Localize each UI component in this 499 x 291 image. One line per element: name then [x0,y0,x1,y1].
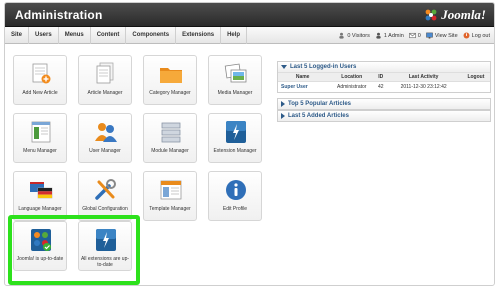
quickicon-extension-manager[interactable]: Extension Manager [208,113,262,163]
menu-item-components[interactable]: Components [126,27,177,44]
logged-in-table: Name Location ID Last Activity Logout Super … [278,72,490,92]
menu-manager-icon [28,120,54,144]
cell-location: Administrator [337,83,367,90]
table-header-row: Name Location ID Last Activity Logout [278,72,490,82]
menu-bar: Site Users Menus Content Components Extension… [5,27,494,44]
table-body: Super User Administrator 42 2011-12-30 23:1… [278,82,490,92]
cell-activity: 2011-12-30 23:12:42 [400,83,447,90]
mail-icon [408,32,416,39]
logged-in-panel-title: Last 5 Logged-in Users [290,64,357,70]
added-articles-title: Last 5 Added Articles [288,113,349,119]
page-title: Administration [15,8,103,22]
users-icon [93,120,119,144]
admin-count: 1 Admin [383,32,404,39]
template-icon [158,178,184,202]
column-header-name: Name [278,72,328,82]
quickicon-media-manager[interactable]: Media Manager [208,55,262,105]
admin-icon [376,32,381,39]
view-site-label: View Site [434,32,458,39]
quickicon-label: Template Manager [149,206,191,212]
popular-articles-panel[interactable]: Top 5 Popular Articles [277,98,491,110]
cell-name[interactable]: Super User [278,82,327,92]
language-icon [28,178,54,202]
table-row: Super User Administrator 42 2011-12-30 23:1… [278,82,490,92]
menu-item-extensions[interactable]: Extensions [176,27,222,44]
admin-header: Administration Joomla! [5,3,494,27]
popular-articles-title: Top 5 Popular Articles [288,101,352,107]
quickicon-template-manager[interactable]: Template Manager [143,171,197,221]
logo-text: Joomla! [441,7,486,22]
quickicon-label: Module Manager [151,148,189,154]
quickicon-label: Menu Manager [23,148,57,154]
messages-status[interactable]: 0 [408,32,421,39]
cell-logout [462,82,490,92]
column-header-id: ID [376,72,386,82]
quickicon-label: Language Manager [18,206,62,212]
quickicon-label: Add New Article [22,90,58,96]
info-icon [223,178,249,202]
visitors-count: 0 Visitors [347,32,370,39]
admin-status: 1 Admin [375,32,404,39]
collapsed-arrow-icon [281,101,285,107]
menu-item-content[interactable]: Content [91,27,127,44]
monitor-icon [425,32,433,39]
joomla-logo-icon [424,8,438,22]
quickicon-label: Edit Profile [222,206,248,212]
visitors-icon [339,32,345,39]
logout-label: Log out [471,32,490,39]
quickicon-global-configuration[interactable]: Global Configuration [78,171,132,221]
logout-icon [463,32,470,39]
article-manager-icon [93,62,119,86]
quickicon-article-manager[interactable]: Article Manager [78,55,132,105]
quickicon-label: Global Configuration [82,206,128,212]
status-bar: 0 Visitors 1 Admin 0 View Site Log out [338,27,490,44]
tools-icon [93,178,119,202]
admin-page: Administration Joomla! Site Users Menus Con… [4,2,495,286]
logged-in-panel-header[interactable]: Last 5 Logged-in Users [278,62,490,72]
popular-articles-header[interactable]: Top 5 Popular Articles [278,99,490,109]
update-highlight-box [8,215,140,285]
media-images-icon [223,62,249,86]
column-header-last-activity: Last Activity [385,72,462,82]
quickicon-edit-profile[interactable]: Edit Profile [208,171,262,221]
menu-item-help[interactable]: Help [221,27,248,44]
logout-link[interactable]: Log out [463,32,490,39]
visitors-status: 0 Visitors [338,32,370,39]
view-site-link[interactable]: View Site [425,32,458,39]
logged-in-panel: Last 5 Logged-in Users Name Location ID Las… [277,61,491,93]
add-article-icon [28,62,54,86]
quickicon-label: Category Manager [149,90,191,96]
menu-item-users[interactable]: Users [29,27,59,44]
quickicon-menu-manager[interactable]: Menu Manager [13,113,67,163]
messages-count: 0 [417,32,421,39]
added-articles-header[interactable]: Last 5 Added Articles [278,111,490,121]
expanded-arrow-icon [281,65,287,69]
menu-item-site[interactable]: Site [5,27,30,44]
quickicon-add-new-article[interactable]: Add New Article [13,55,67,105]
menu-item-menus[interactable]: Menus [59,27,91,44]
quickicon-user-manager[interactable]: User Manager [78,113,132,163]
category-folder-icon [158,62,184,86]
quickicon-category-manager[interactable]: Category Manager [143,55,197,105]
collapsed-arrow-icon [281,113,285,119]
joomla-logo: Joomla! [424,6,486,24]
quickicon-label: User Manager [89,148,121,154]
quickicon-language-manager[interactable]: Language Manager [13,171,67,221]
quickicon-module-manager[interactable]: Module Manager [143,113,197,163]
cell-id: 42 [378,83,384,90]
extension-bolt-icon [223,120,249,144]
added-articles-panel[interactable]: Last 5 Added Articles [277,110,491,122]
column-header-logout: Logout [461,72,490,82]
quickicon-label: Extension Manager [213,148,257,154]
main-menu: Site Users Menus Content Components Extension… [5,27,248,44]
quickicon-label: Article Manager [87,90,123,96]
quickicon-label: Media Manager [217,90,253,96]
module-manager-icon [158,120,184,144]
column-header-location: Location [327,72,377,82]
